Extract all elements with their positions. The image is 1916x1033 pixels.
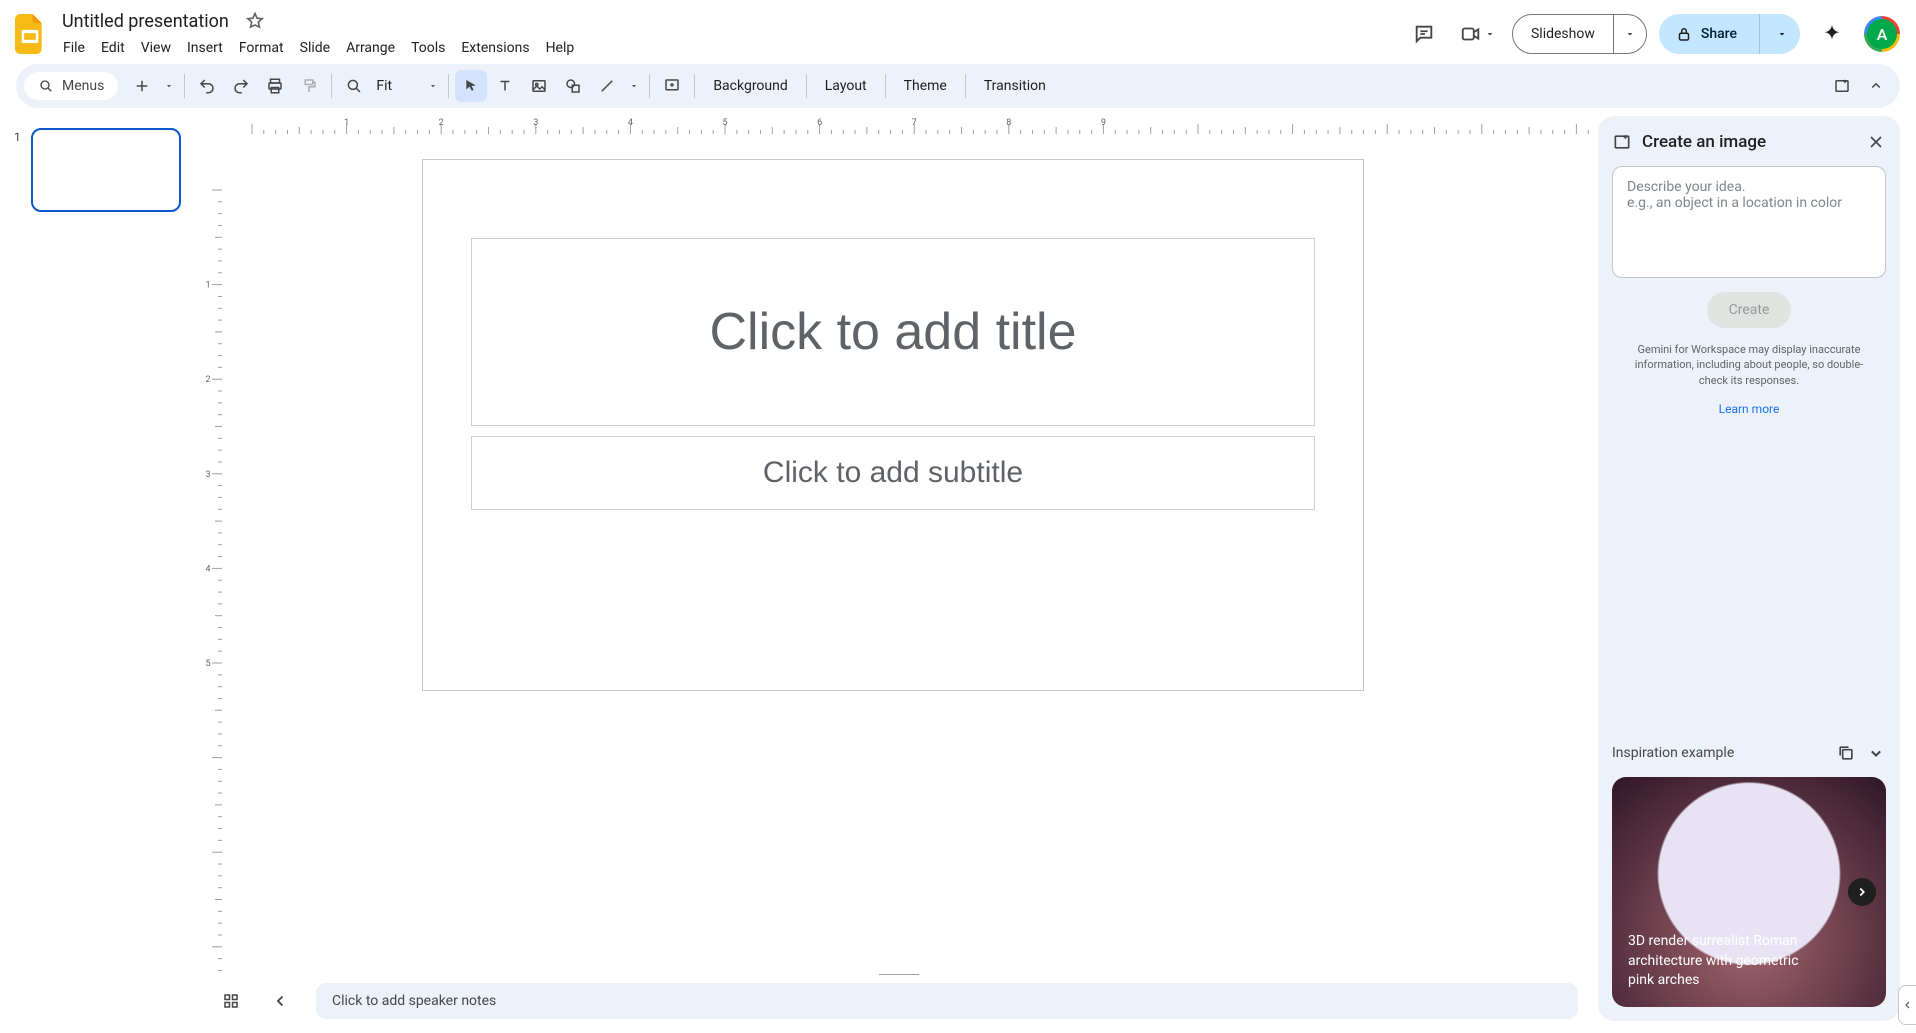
svg-text:5: 5 [205,659,210,669]
gemini-icon[interactable] [1812,14,1852,54]
svg-text:6: 6 [817,118,822,128]
layout-button[interactable]: Layout [813,72,879,100]
learn-more-link[interactable]: Learn more [1612,402,1886,416]
new-slide-button[interactable] [126,70,158,102]
menu-help[interactable]: Help [539,36,582,60]
menu-tools[interactable]: Tools [404,36,452,60]
menu-arrange[interactable]: Arrange [339,36,402,60]
image-tool[interactable] [523,70,555,102]
filmstrip: 1 [0,116,200,1033]
inspiration-card[interactable]: 3D render surrealist Roman architecture … [1612,777,1886,1007]
image-generate-icon[interactable] [1826,70,1858,102]
textbox-tool[interactable] [489,70,521,102]
slides-logo[interactable] [10,14,50,54]
print-button[interactable] [259,70,291,102]
svg-text:1: 1 [344,118,349,128]
paint-format-button[interactable] [293,70,325,102]
zoom-out-icon[interactable] [338,70,370,102]
create-image-panel: Create an image Describe your idea. e.g.… [1598,116,1900,1021]
line-tool[interactable] [591,70,623,102]
line-dropdown[interactable] [625,70,643,102]
shape-tool[interactable] [557,70,589,102]
svg-text:5: 5 [722,118,727,128]
menu-slide[interactable]: Slide [293,36,337,60]
menus-chip-label: Menus [62,78,104,94]
transition-button[interactable]: Transition [972,72,1058,100]
inspiration-text: 3D render surrealist Roman architecture … [1628,932,1828,991]
background-button[interactable]: Background [701,72,799,100]
slideshow-label: Slideshow [1513,15,1613,53]
svg-text:7: 7 [912,118,917,128]
svg-text:9: 9 [1101,118,1106,128]
disclaimer-text: Gemini for Workspace may display inaccur… [1612,342,1886,388]
zoom-level[interactable]: Fit [372,78,442,94]
comments-icon[interactable] [1404,14,1444,54]
theme-button[interactable]: Theme [892,72,959,100]
next-icon[interactable] [1848,878,1876,906]
grid-view-icon[interactable] [216,986,246,1016]
ruler-vertical[interactable]: 1 2 3 4 5 [200,134,222,973]
svg-text:2: 2 [439,118,444,128]
menu-bar: File Edit View Insert Format Slide Arran… [56,36,581,60]
document-name[interactable]: Untitled presentation [56,9,235,34]
menu-edit[interactable]: Edit [94,36,132,60]
svg-text:1: 1 [205,281,210,291]
account-avatar[interactable]: A [1864,16,1900,52]
meet-icon[interactable] [1456,14,1500,54]
search-icon [38,78,54,94]
redo-button[interactable] [225,70,257,102]
lock-icon [1675,25,1693,43]
menu-insert[interactable]: Insert [180,36,230,60]
hide-filmstrip-icon[interactable] [266,986,296,1016]
slideshow-dropdown[interactable] [1614,15,1646,53]
menu-view[interactable]: View [134,36,178,60]
share-button[interactable]: Share [1659,14,1800,54]
menu-extensions[interactable]: Extensions [454,36,536,60]
slideshow-button[interactable]: Slideshow [1512,14,1647,54]
prompt-input[interactable]: Describe your idea. e.g., an object in a… [1612,166,1886,278]
menu-format[interactable]: Format [232,36,291,60]
close-icon[interactable] [1866,132,1886,152]
svg-text:4: 4 [205,564,210,574]
share-dropdown[interactable] [1768,28,1800,40]
create-button[interactable]: Create [1707,292,1792,328]
select-tool[interactable] [455,70,487,102]
svg-text:8: 8 [1006,118,1011,128]
menu-file[interactable]: File [56,36,92,60]
panel-title: Create an image [1642,132,1856,152]
svg-text:3: 3 [533,118,538,128]
svg-text:4: 4 [628,118,633,128]
title-placeholder[interactable]: Click to add title [471,238,1315,426]
side-panel-toggle[interactable] [1898,985,1916,1025]
star-icon[interactable] [245,11,265,31]
ruler-horizontal[interactable]: 1 2 3 4 5 6 7 8 9 [222,116,1598,134]
slide-number: 1 [14,128,21,144]
subtitle-placeholder[interactable]: Click to add subtitle [471,436,1315,510]
speaker-notes[interactable]: Click to add speaker notes [316,983,1578,1019]
svg-text:2: 2 [205,375,210,385]
slide-thumbnail[interactable] [31,128,181,212]
toolbar: Menus Fit Background Layout Theme Transi… [16,64,1900,108]
svg-text:3: 3 [205,470,210,480]
copy-icon[interactable] [1836,743,1856,763]
new-slide-dropdown[interactable] [160,70,178,102]
slide-canvas[interactable]: Click to add title Click to add subtitle [423,160,1363,690]
share-label: Share [1701,26,1737,42]
chevron-down-icon[interactable] [1866,743,1886,763]
panel-header-icon [1612,132,1632,152]
undo-button[interactable] [191,70,223,102]
inspiration-title: Inspiration example [1612,745,1826,761]
collapse-toolbar-icon[interactable] [1860,70,1892,102]
menus-search[interactable]: Menus [24,72,118,100]
comment-add-button[interactable] [656,70,688,102]
